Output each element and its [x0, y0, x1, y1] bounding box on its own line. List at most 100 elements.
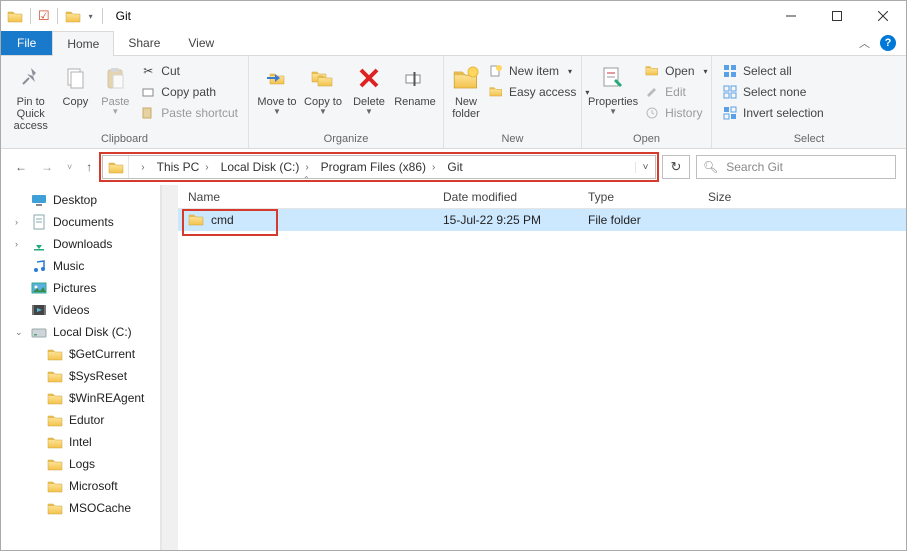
breadcrumb-segment[interactable]: This PC› [151, 156, 215, 178]
tree-item[interactable]: Intel [1, 431, 160, 453]
rename-button[interactable]: Rename [393, 60, 437, 108]
tree-item-label: $SysReset [69, 369, 127, 383]
address-bar-icon[interactable] [103, 156, 129, 178]
navigation-tree[interactable]: Desktop›Documents›DownloadsMusicPictures… [1, 185, 161, 550]
tree-item[interactable]: Pictures [1, 277, 160, 299]
table-row[interactable]: cmd15-Jul-22 9:25 PMFile folder [178, 209, 906, 231]
tree-item[interactable]: MSOCache [1, 497, 160, 519]
delete-button[interactable]: Delete▼ [347, 60, 391, 117]
tree-item[interactable]: Desktop [1, 189, 160, 211]
new-item-button[interactable]: New item▾ [484, 62, 593, 80]
easy-access-button[interactable]: Easy access▾ [484, 83, 593, 101]
tree-item-label: Logs [69, 457, 95, 471]
file-tab[interactable]: File [1, 31, 52, 55]
open-icon [644, 63, 660, 79]
close-button[interactable] [860, 1, 906, 31]
copy-to-button[interactable]: Copy to▼ [301, 60, 345, 117]
refresh-button[interactable]: ↻ [662, 155, 690, 179]
collapse-ribbon-icon[interactable]: ︿ [859, 35, 870, 51]
open-button[interactable]: Open▾ [640, 62, 711, 80]
column-name[interactable]: Name [178, 190, 433, 204]
help-icon[interactable]: ? [880, 35, 896, 51]
tree-item-label: Pictures [53, 281, 96, 295]
tree-item[interactable]: Edutor [1, 409, 160, 431]
tree-item[interactable]: $GetCurrent [1, 343, 160, 365]
breadcrumb-segment[interactable]: Git› [441, 156, 478, 178]
copy-to-icon [307, 62, 339, 94]
breadcrumb-segment[interactable]: › [129, 156, 150, 178]
paste-button[interactable]: Paste ▼ [96, 60, 134, 117]
breadcrumb-segment[interactable]: Program Files (x86)› [315, 156, 442, 178]
tree-item[interactable]: Videos [1, 299, 160, 321]
copy-path-button[interactable]: Copy path [136, 83, 242, 101]
edit-icon [644, 84, 660, 100]
tree-item[interactable]: $SysReset [1, 365, 160, 387]
column-headers[interactable]: ⌃ Name Date modified Type Size [178, 185, 906, 209]
recent-locations-button[interactable]: ˅ [67, 162, 72, 172]
pictures-icon [31, 280, 47, 296]
tree-item[interactable]: Microsoft [1, 475, 160, 497]
delete-icon [353, 62, 385, 94]
column-date[interactable]: Date modified [433, 190, 578, 204]
copy-icon [59, 62, 91, 94]
documents-icon [31, 214, 47, 230]
up-button[interactable]: ↑ [86, 160, 92, 174]
home-tab[interactable]: Home [52, 31, 114, 56]
search-box[interactable]: 🔍︎ [696, 155, 896, 179]
folder-icon [47, 456, 63, 472]
history-button[interactable]: History [640, 104, 711, 122]
tree-twisty-icon[interactable]: › [15, 217, 25, 227]
breadcrumb-segment[interactable]: Local Disk (C:)› [215, 156, 315, 178]
tree-item[interactable]: ›Documents [1, 211, 160, 233]
copy-button[interactable]: Copy [56, 60, 94, 108]
tree-item-label: $GetCurrent [69, 347, 135, 361]
properties-button[interactable]: Properties▼ [588, 60, 638, 117]
edit-button[interactable]: Edit [640, 83, 711, 101]
move-to-icon [261, 62, 293, 94]
address-history-button[interactable]: ˅ [635, 162, 655, 173]
new-folder-button[interactable]: New folder [450, 60, 482, 120]
pin-to-quick-access-button[interactable]: Pin to Quick access [7, 60, 54, 132]
share-tab[interactable]: Share [114, 31, 174, 55]
tree-twisty-icon[interactable]: › [15, 239, 25, 249]
tree-item[interactable]: ⌄Local Disk (C:) [1, 321, 160, 343]
easy-access-icon [488, 84, 504, 100]
tree-item[interactable]: Music [1, 255, 160, 277]
tree-item-label: MSOCache [69, 501, 131, 515]
maximize-button[interactable] [814, 1, 860, 31]
tree-item[interactable]: Logs [1, 453, 160, 475]
cut-icon: ✂ [140, 63, 156, 79]
select-all-button[interactable]: Select all [718, 62, 828, 80]
search-input[interactable] [726, 160, 889, 174]
qat-dropdown-icon[interactable]: ▾ [85, 12, 95, 21]
tree-item[interactable]: › Downloads [1, 233, 160, 255]
new-folder-icon [450, 62, 482, 94]
select-none-button[interactable]: Select none [718, 83, 828, 101]
paste-shortcut-button[interactable]: Paste shortcut [136, 104, 242, 122]
cut-button[interactable]: ✂Cut [136, 62, 242, 80]
rename-icon [399, 62, 431, 94]
minimize-button[interactable] [768, 1, 814, 31]
qat-folder-icon[interactable] [65, 9, 81, 23]
tree-item[interactable]: $WinREAgent [1, 387, 160, 409]
column-size[interactable]: Size [698, 190, 778, 204]
search-icon: 🔍︎ [703, 160, 718, 174]
forward-button[interactable]: → [41, 160, 53, 174]
tree-twisty-icon[interactable]: ⌄ [15, 327, 25, 338]
view-tab[interactable]: View [174, 31, 228, 55]
qat-checkbox-icon[interactable]: ☑ [38, 8, 50, 24]
select-all-icon [722, 63, 738, 79]
videos-icon [31, 302, 47, 318]
column-type[interactable]: Type [578, 190, 698, 204]
tree-item-label: Intel [69, 435, 92, 449]
invert-selection-button[interactable]: Invert selection [718, 104, 828, 122]
tree-item-label: Downloads [53, 237, 112, 251]
back-button[interactable]: ← [15, 160, 27, 174]
paste-shortcut-icon [140, 105, 156, 121]
new-group-label: New [444, 133, 581, 148]
new-item-icon [488, 63, 504, 79]
move-to-button[interactable]: Move to▼ [255, 60, 299, 117]
tree-scrollbar[interactable] [161, 185, 178, 550]
select-group-label: Select [712, 133, 906, 148]
address-bar[interactable]: › This PC› Local Disk (C:)› Program File… [102, 155, 656, 179]
